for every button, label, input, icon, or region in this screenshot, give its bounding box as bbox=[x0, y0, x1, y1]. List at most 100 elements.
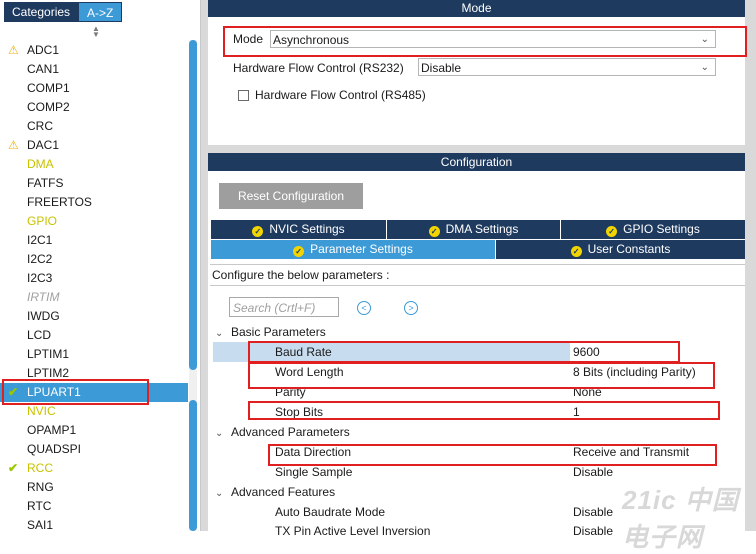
param-name: Auto Baudrate Mode bbox=[275, 505, 386, 519]
list-item-label: LCD bbox=[27, 328, 52, 342]
list-item-label: RNG bbox=[27, 480, 54, 494]
list-item-label: COMP2 bbox=[27, 100, 70, 114]
list-item-label: COMP1 bbox=[27, 81, 70, 95]
list-item[interactable]: FREERTOS bbox=[0, 193, 188, 212]
watermark-logo: 21ic 中国电子网 bbox=[622, 485, 739, 552]
tab-categories[interactable]: Categories bbox=[4, 2, 79, 22]
check-circle-icon: ✓ bbox=[606, 226, 618, 237]
annotation-box-data-direction bbox=[268, 444, 717, 466]
group-title: Advanced Features bbox=[231, 485, 336, 499]
tab-nvic-settings[interactable]: ✓ NVIC Settings bbox=[211, 220, 386, 239]
list-item[interactable]: COMP1 bbox=[0, 79, 188, 98]
list-item[interactable]: QUADSPI bbox=[0, 440, 188, 459]
scrollbar-thumb[interactable] bbox=[189, 40, 197, 370]
tab-dma-settings[interactable]: ✓ DMA Settings bbox=[387, 220, 560, 239]
list-item[interactable]: RTC bbox=[0, 497, 188, 516]
configuration-header: Configuration bbox=[208, 153, 745, 171]
annotation-box-word-length bbox=[248, 362, 715, 389]
chevron-down-icon: ⌄ bbox=[215, 328, 224, 339]
chevron-left-icon[interactable]: < bbox=[357, 301, 371, 315]
tab-label: GPIO Settings bbox=[623, 222, 700, 236]
group-title: Advanced Parameters bbox=[231, 425, 350, 439]
list-item-label: IWDG bbox=[27, 309, 60, 323]
list-item-label: DMA bbox=[27, 157, 54, 171]
group-basic-parameters[interactable]: ⌄ Basic Parameters bbox=[215, 322, 326, 342]
list-item[interactable]: SAI1 bbox=[0, 516, 188, 531]
warning-icon: ⚠ bbox=[8, 138, 19, 152]
list-item-label: LPTIM1 bbox=[27, 347, 70, 361]
group-title: Basic Parameters bbox=[231, 325, 326, 339]
search-input[interactable]: Search (Crtl+F) bbox=[229, 297, 339, 317]
list-item[interactable]: CRC bbox=[0, 117, 188, 136]
check-circle-icon: ✓ bbox=[428, 226, 440, 237]
check-circle-icon: ✓ bbox=[252, 226, 264, 237]
chevron-down-icon: ⌄ bbox=[215, 428, 224, 439]
check-circle-icon: ✓ bbox=[570, 246, 582, 257]
param-value[interactable]: Disable bbox=[573, 502, 613, 522]
list-item-label: FREERTOS bbox=[27, 195, 92, 209]
check-icon: ✔ bbox=[8, 461, 19, 475]
sort-arrows-icon[interactable]: ▲ ▼ bbox=[91, 25, 101, 39]
hfc-rs232-select[interactable]: Disable ⌄ bbox=[418, 58, 716, 76]
group-advanced-parameters[interactable]: ⌄ Advanced Parameters bbox=[215, 422, 350, 442]
tab-a-z[interactable]: A->Z bbox=[78, 2, 123, 22]
tab-label: User Constants bbox=[587, 242, 671, 256]
list-item-label: FATFS bbox=[27, 176, 64, 190]
param-name: TX Pin Active Level Inversion bbox=[275, 524, 431, 538]
list-item[interactable]: ✔ RCC bbox=[0, 459, 188, 478]
list-item-label: CAN1 bbox=[27, 62, 60, 76]
list-item-label: DAC1 bbox=[27, 138, 60, 152]
tab-label: NVIC Settings bbox=[269, 222, 345, 236]
mode-header: Mode bbox=[208, 0, 745, 17]
list-item[interactable]: COMP2 bbox=[0, 98, 188, 117]
list-item[interactable]: DMA bbox=[0, 155, 188, 174]
chevron-right-icon[interactable]: > bbox=[404, 301, 418, 315]
list-item[interactable]: I2C2 bbox=[0, 250, 188, 269]
warning-icon: ⚠ bbox=[8, 43, 19, 57]
group-advanced-features[interactable]: ⌄ Advanced Features bbox=[215, 482, 335, 502]
configure-hint: Configure the below parameters : bbox=[210, 264, 745, 286]
list-item[interactable]: IRTIM bbox=[0, 288, 188, 307]
list-item-label: I2C2 bbox=[27, 252, 53, 266]
search-placeholder: Search (Crtl+F) bbox=[233, 301, 316, 315]
configure-hint-text: Configure the below parameters : bbox=[212, 268, 390, 282]
list-item-label: ADC1 bbox=[27, 43, 60, 57]
list-item[interactable]: LCD bbox=[0, 326, 188, 345]
tab-user-constants[interactable]: ✓ User Constants bbox=[496, 240, 745, 259]
list-item-label: RTC bbox=[27, 499, 52, 513]
list-item[interactable]: LPTIM1 bbox=[0, 345, 188, 364]
hfc-rs232-label: Hardware Flow Control (RS232) bbox=[233, 61, 404, 75]
list-item[interactable]: FATFS bbox=[0, 174, 188, 193]
list-item[interactable]: ⚠ ADC1 bbox=[0, 41, 188, 60]
tab-gpio-settings[interactable]: ✓ GPIO Settings bbox=[561, 220, 745, 239]
tab-parameter-settings[interactable]: ✓ Parameter Settings bbox=[211, 240, 495, 259]
list-item-label: IRTIM bbox=[27, 290, 60, 304]
list-item[interactable]: CAN1 bbox=[0, 60, 188, 79]
list-item[interactable]: ⚠ DAC1 bbox=[0, 136, 188, 155]
reset-configuration-button[interactable]: Reset Configuration bbox=[219, 183, 363, 209]
list-item[interactable]: OPAMP1 bbox=[0, 421, 188, 440]
list-item[interactable]: IWDG bbox=[0, 307, 188, 326]
list-item[interactable]: GPIO bbox=[0, 212, 188, 231]
param-value[interactable]: Disable bbox=[573, 521, 613, 541]
annotation-box-lpuart1 bbox=[2, 379, 149, 405]
list-item-label: I2C1 bbox=[27, 233, 53, 247]
annotation-box-baud-rate bbox=[248, 341, 680, 363]
hfc-rs485-label: Hardware Flow Control (RS485) bbox=[255, 88, 426, 102]
list-item[interactable]: RNG bbox=[0, 478, 188, 497]
list-item-label: SAI1 bbox=[27, 518, 54, 531]
list-item-label: OPAMP1 bbox=[27, 423, 77, 437]
annotation-box-stop-bits bbox=[248, 401, 720, 420]
tab-label: Parameter Settings bbox=[310, 242, 413, 256]
list-item-label: GPIO bbox=[27, 214, 58, 228]
list-item[interactable]: I2C3 bbox=[0, 269, 188, 288]
hfc-rs232-value: Disable bbox=[421, 61, 462, 75]
list-item-label: I2C3 bbox=[27, 271, 53, 285]
list-item-label: RCC bbox=[27, 461, 53, 475]
list-item-label: CRC bbox=[27, 119, 53, 133]
list-item[interactable]: I2C1 bbox=[0, 231, 188, 250]
hfc-rs485-checkbox[interactable] bbox=[238, 90, 249, 101]
peripheral-list-panel: Categories A->Z ▲ ▼ ⚠ ADC1 CAN1 COMP1 COMP2 CR… bbox=[0, 0, 201, 531]
list-tabs: Categories A->Z bbox=[4, 2, 123, 22]
scrollbar-thumb-lower[interactable] bbox=[189, 400, 197, 531]
